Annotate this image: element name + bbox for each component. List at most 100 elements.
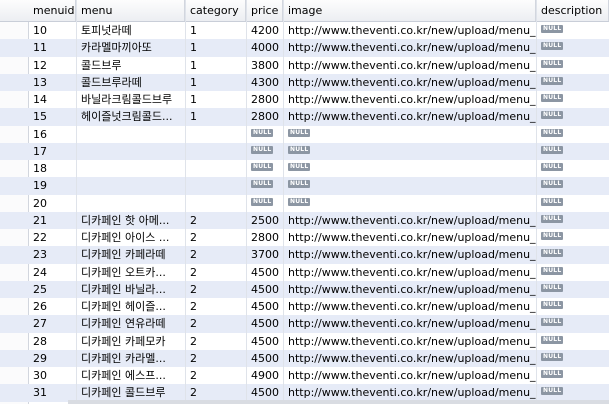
horizontal-scrollbar[interactable] [68, 400, 609, 404]
cell-category[interactable] [185, 160, 246, 177]
cell-menu[interactable]: 콜드브루 [76, 57, 185, 74]
cell-menu[interactable]: 콜드브루라떼 [76, 74, 185, 91]
cell-menuid[interactable]: 10 [28, 22, 76, 39]
cell-menuid[interactable]: 28 [28, 333, 76, 350]
cell-image[interactable]: http://www.theventi.co.kr/new/upload/men… [283, 229, 536, 246]
cell-menuid[interactable]: 24 [28, 264, 76, 281]
cell-image[interactable]: http://www.theventi.co.kr/new/upload/men… [283, 246, 536, 263]
column-header-menuid[interactable]: menuid [28, 0, 76, 21]
column-header-menu[interactable]: menu [76, 0, 185, 21]
cell-menu[interactable]: 카라멜마끼아또 [76, 39, 185, 56]
cell-menuid[interactable]: 13 [28, 74, 76, 91]
cell-image[interactable]: http://www.theventi.co.kr/new/upload/men… [283, 298, 536, 315]
cell-description[interactable]: NULL [536, 333, 609, 350]
cell-price[interactable]: NULL [246, 177, 283, 194]
cell-category[interactable]: 2 [185, 333, 246, 350]
cell-price[interactable]: 4500 [246, 315, 283, 332]
cell-category[interactable] [185, 195, 246, 212]
cell-description[interactable]: NULL [536, 212, 609, 229]
cell-category[interactable]: 2 [185, 367, 246, 384]
cell-image[interactable]: http://www.theventi.co.kr/new/upload/men… [283, 91, 536, 108]
cell-description[interactable]: NULL [536, 298, 609, 315]
cell-menu[interactable]: 토피넛라떼 [76, 22, 185, 39]
cell-menu[interactable] [76, 143, 185, 160]
table-row[interactable]: 31 디카페인 콜드브루 2 4500 http://www.theventi.co.k… [0, 384, 609, 402]
cell-category[interactable]: 1 [185, 57, 246, 74]
cell-menuid[interactable]: 16 [28, 126, 76, 143]
cell-menuid[interactable]: 20 [28, 195, 76, 212]
cell-image[interactable]: http://www.theventi.co.kr/new/upload/men… [283, 22, 536, 39]
cell-category[interactable]: 2 [185, 298, 246, 315]
cell-image[interactable]: http://www.theventi.co.kr/new/upload/men… [283, 74, 536, 91]
cell-image[interactable]: http://www.theventi.co.kr/new/upload/men… [283, 350, 536, 367]
cell-description[interactable]: NULL [536, 246, 609, 263]
cell-menuid[interactable]: 17 [28, 143, 76, 160]
cell-menu[interactable] [76, 195, 185, 212]
table-row[interactable]: 11 카라멜마끼아또 1 4000 http://www.theventi.co.kr/… [0, 39, 609, 57]
cell-category[interactable]: 2 [185, 384, 246, 401]
cell-menu[interactable]: 헤이즐넛크림콜드... [76, 108, 185, 125]
cell-image[interactable]: NULL [283, 160, 536, 177]
cell-price[interactable]: 2800 [246, 108, 283, 125]
cell-category[interactable]: 1 [185, 91, 246, 108]
cell-price[interactable]: 4200 [246, 22, 283, 39]
cell-category[interactable]: 2 [185, 229, 246, 246]
cell-menuid[interactable]: 11 [28, 39, 76, 56]
cell-price[interactable]: 4900 [246, 367, 283, 384]
result-grid[interactable]: menuid menu category price image descrip… [0, 0, 609, 404]
cell-price[interactable]: 2800 [246, 91, 283, 108]
cell-price[interactable]: 4300 [246, 74, 283, 91]
cell-category[interactable]: 2 [185, 350, 246, 367]
cell-image[interactable]: http://www.theventi.co.kr/new/upload/men… [283, 281, 536, 298]
table-row[interactable]: 10 토피넛라떼 1 4200 http://www.theventi.co.kr/ne… [0, 22, 609, 39]
table-row[interactable]: 28 디카페인 카페모카 2 4500 http://www.theventi.co.k… [0, 333, 609, 350]
cell-category[interactable] [185, 126, 246, 143]
cell-image[interactable]: http://www.theventi.co.kr/new/upload/men… [283, 315, 536, 332]
cell-price[interactable]: 4000 [246, 39, 283, 56]
cell-menuid[interactable]: 26 [28, 298, 76, 315]
table-row[interactable]: 13 콜드브루라떼 1 4300 http://www.theventi.co.kr/n… [0, 73, 609, 91]
table-row[interactable]: 19 NULL NULL NULL [0, 177, 609, 195]
cell-image[interactable]: http://www.theventi.co.kr/new/upload/men… [283, 57, 536, 74]
table-row[interactable]: 30 디카페인 에스프... 2 4900 http://www.theventi.co… [0, 367, 609, 384]
cell-price[interactable]: 3700 [246, 246, 283, 263]
table-row[interactable]: 27 디카페인 연유라떼 2 4500 http://www.theventi.co.k… [0, 315, 609, 333]
cell-price[interactable]: NULL [246, 143, 283, 160]
cell-image[interactable]: http://www.theventi.co.kr/new/upload/men… [283, 108, 536, 125]
table-row[interactable]: 29 디카페인 카라멜... 2 4500 http://www.theventi.co… [0, 349, 609, 367]
cell-menu[interactable]: 디카페인 카라멜... [76, 350, 185, 367]
cell-image[interactable]: http://www.theventi.co.kr/new/upload/men… [283, 367, 536, 384]
table-row[interactable]: 16 NULL NULL NULL [0, 126, 609, 143]
cell-category[interactable]: 2 [185, 212, 246, 229]
cell-menuid[interactable]: 19 [28, 177, 76, 194]
cell-image[interactable]: NULL [283, 195, 536, 212]
table-row[interactable]: 15 헤이즐넛크림콜드... 1 2800 http://www.theventi.co… [0, 108, 609, 126]
table-row[interactable]: 22 디카페인 아이스 ... 2 2800 http://www.theventi.c… [0, 229, 609, 246]
table-row[interactable]: 26 디카페인 헤이즐... 2 4500 http://www.theventi.co… [0, 298, 609, 315]
cell-menuid[interactable]: 12 [28, 57, 76, 74]
cell-menuid[interactable]: 22 [28, 229, 76, 246]
cell-description[interactable]: NULL [536, 108, 609, 125]
cell-description[interactable]: NULL [536, 91, 609, 108]
cell-image[interactable]: http://www.theventi.co.kr/new/upload/men… [283, 384, 536, 401]
table-row[interactable]: 12 콜드브루 1 3800 http://www.theventi.co.kr/new… [0, 57, 609, 74]
cell-category[interactable]: 2 [185, 281, 246, 298]
cell-category[interactable] [185, 143, 246, 160]
cell-menu[interactable]: 디카페인 에스프... [76, 367, 185, 384]
cell-image[interactable]: http://www.theventi.co.kr/new/upload/men… [283, 212, 536, 229]
column-header-price[interactable]: price [246, 0, 283, 21]
cell-menu[interactable]: 디카페인 연유라떼 [76, 315, 185, 332]
cell-price[interactable]: NULL [246, 160, 283, 177]
cell-price[interactable]: 4500 [246, 298, 283, 315]
cell-price[interactable]: 3800 [246, 57, 283, 74]
cell-menu[interactable]: 바닐라크림콜드브루 [76, 91, 185, 108]
cell-image[interactable]: http://www.theventi.co.kr/new/upload/men… [283, 264, 536, 281]
cell-category[interactable]: 1 [185, 74, 246, 91]
cell-menu[interactable]: 디카페인 핫 아메... [76, 212, 185, 229]
cell-description[interactable]: NULL [536, 264, 609, 281]
column-header-category[interactable]: category [185, 0, 246, 21]
cell-price[interactable]: 4500 [246, 281, 283, 298]
cell-category[interactable]: 1 [185, 39, 246, 56]
cell-menuid[interactable]: 21 [28, 212, 76, 229]
cell-price[interactable]: NULL [246, 195, 283, 212]
